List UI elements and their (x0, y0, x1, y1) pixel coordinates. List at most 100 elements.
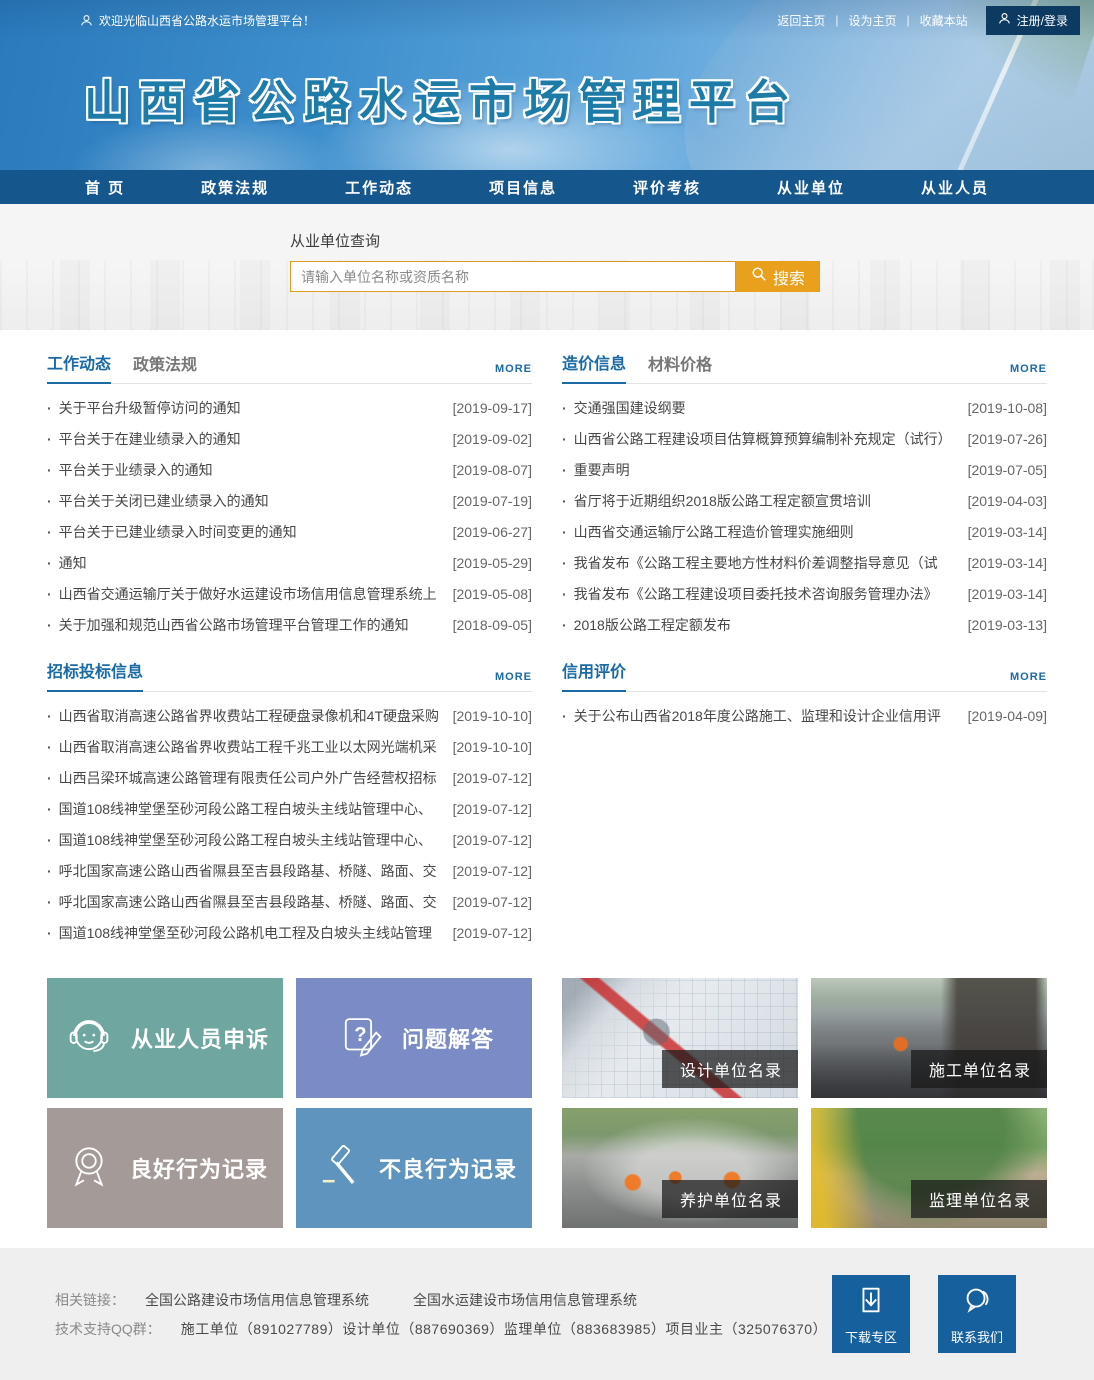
bullet-icon (47, 832, 52, 848)
link-national-waterway-credit[interactable]: 全国水运建设市场信用信息管理系统 (413, 1290, 637, 1310)
directory-cards: 设计单位名录 施工单位名录 养护单位名录 监理单位名录 (562, 978, 1047, 1228)
news-date: [2019-07-26] (968, 431, 1047, 447)
directory-supervision-units[interactable]: 监理单位名录 (811, 1108, 1047, 1228)
bullet-icon (47, 863, 52, 879)
list-item: 山西省取消高速公路省界收费站工程硬盘录像机和4T硬盘采购 [2019-10-10… (47, 700, 532, 731)
feature-bad-record[interactable]: 不良行为记录 (296, 1108, 532, 1228)
news-link[interactable]: 我省发布《公路工程建设项目委托技术咨询服务管理办法》 (574, 584, 968, 604)
link-set-home[interactable]: 设为主页 (845, 12, 901, 29)
list-item: 交通强国建设纲要 [2019-10-08] (562, 392, 1047, 423)
list-item: 关于加强和规范山西省公路市场管理平台管理工作的通知 [2018-09-05] (47, 609, 532, 640)
feature-appeal[interactable]: 从业人员申诉 (47, 978, 283, 1098)
nav-item[interactable]: 从业单位 (767, 177, 855, 198)
nav-item[interactable]: 项目信息 (479, 177, 567, 198)
news-date: [2019-10-10] (453, 739, 532, 755)
news-link[interactable]: 2018版公路工程定额发布 (574, 615, 968, 635)
footer: 相关链接： 全国公路建设市场信用信息管理系统 全国水运建设市场信用信息管理系统 … (0, 1248, 1094, 1380)
gavel-icon (311, 1139, 365, 1198)
news-link[interactable]: 山西省取消高速公路省界收费站工程千兆工业以太网光端机采 (59, 737, 453, 757)
bullet-icon (562, 400, 567, 416)
news-link[interactable]: 关于平台升级暂停访问的通知 (59, 398, 453, 418)
news-date: [2019-07-12] (453, 801, 532, 817)
news-link[interactable]: 交通强国建设纲要 (574, 398, 968, 418)
news-link[interactable]: 山西省取消高速公路省界收费站工程硬盘录像机和4T硬盘采购 (59, 706, 453, 726)
news-link[interactable]: 山西省交通运输厅关于做好水运建设市场信用信息管理系统上 (59, 584, 453, 604)
tab-cost-info[interactable]: 造价信息 (562, 350, 626, 384)
nav-item[interactable]: 工作动态 (335, 177, 423, 198)
list-item: 平台关于业绩录入的通知 [2019-08-07] (47, 454, 532, 485)
news-date: [2019-09-17] (453, 400, 532, 416)
directory-design-units[interactable]: 设计单位名录 (562, 978, 798, 1098)
search-button[interactable]: 搜索 (736, 261, 820, 292)
directory-label: 施工单位名录 (911, 1050, 1047, 1088)
news-date: [2019-03-14] (968, 555, 1047, 571)
bullet-icon (562, 555, 567, 571)
hero-banner: 欢迎光临山西省公路水运市场管理平台！ 返回主页| 设为主页| 收藏本站 注册/登… (0, 0, 1094, 170)
tab-credit[interactable]: 信用评价 (562, 658, 626, 692)
link-bookmark[interactable]: 收藏本站 (916, 12, 972, 29)
news-link[interactable]: 平台关于已建业绩录入时间变更的通知 (59, 522, 453, 542)
news-date: [2019-07-05] (968, 462, 1047, 478)
news-link[interactable]: 省厅将于近期组织2018版公路工程定额宣贯培训 (574, 491, 968, 511)
site-title: 山西省公路水运市场管理平台 (84, 66, 1094, 132)
bullet-icon (562, 586, 567, 602)
feature-qa[interactable]: ? 问题解答 (296, 978, 532, 1098)
tab-policy[interactable]: 政策法规 (133, 351, 197, 383)
news-date: [2018-09-05] (453, 617, 532, 633)
qq-support-numbers: 施工单位（891027789）设计单位（887690369）监理单位（88368… (181, 1319, 827, 1339)
feature-label: 从业人员申诉 (131, 1022, 269, 1054)
news-link[interactable]: 关于加强和规范山西省公路市场管理平台管理工作的通知 (59, 615, 453, 635)
list-item: 山西省交通运输厅公路工程造价管理实施细则 [2019-03-14] (562, 516, 1047, 547)
news-link[interactable]: 山西省公路工程建设项目估算概算预算编制补充规定（试行） (574, 429, 968, 449)
news-link[interactable]: 国道108线神堂堡至砂河段公路工程白坡头主线站管理中心、 (59, 830, 453, 850)
unit-search-input[interactable] (290, 261, 736, 292)
register-login-button[interactable]: 注册/登录 (986, 6, 1080, 35)
link-national-highway-credit[interactable]: 全国公路建设市场信用信息管理系统 (145, 1290, 369, 1310)
news-link[interactable]: 通知 (59, 553, 453, 573)
list-item: 重要声明 [2019-07-05] (562, 454, 1047, 485)
download-zone-button[interactable]: 下载专区 (832, 1275, 910, 1353)
news-link[interactable]: 山西吕梁环城高速公路管理有限责任公司户外广告经营权招标 (59, 768, 453, 788)
directory-construction-units[interactable]: 施工单位名录 (811, 978, 1047, 1098)
link-return-home[interactable]: 返回主页 (773, 12, 829, 29)
more-link[interactable]: MORE (495, 363, 532, 383)
nav-item[interactable]: 首 页 (75, 177, 135, 198)
bullet-icon (47, 739, 52, 755)
news-date: [2019-03-14] (968, 586, 1047, 602)
nav-item[interactable]: 政策法规 (191, 177, 279, 198)
credit-list: 关于公布山西省2018年度公路施工、监理和设计企业信用评 [2019-04-09… (562, 692, 1047, 731)
list-item: 我省发布《公路工程主要地方性材料价差调整指导意见（试 [2019-03-14] (562, 547, 1047, 578)
news-link[interactable]: 平台关于关闭已建业绩录入的通知 (59, 491, 453, 511)
work-news-list: 关于平台升级暂停访问的通知 [2019-09-17] 平台关于在建业绩录入的通知… (47, 384, 532, 640)
directory-maintenance-units[interactable]: 养护单位名录 (562, 1108, 798, 1228)
search-icon (751, 266, 767, 287)
news-link[interactable]: 平台关于业绩录入的通知 (59, 460, 453, 480)
welcome-text: 欢迎光临山西省公路水运市场管理平台！ (99, 12, 315, 29)
news-link[interactable]: 重要声明 (574, 460, 968, 480)
bullet-icon (47, 400, 52, 416)
news-link[interactable]: 国道108线神堂堡至砂河段公路机电工程及白坡头主线站管理 (59, 923, 453, 943)
more-link[interactable]: MORE (1010, 671, 1047, 691)
news-link[interactable]: 呼北国家高速公路山西省隰县至吉县段路基、桥隧、路面、交 (59, 861, 453, 881)
tab-work-news[interactable]: 工作动态 (47, 350, 111, 384)
contact-us-button[interactable]: 联系我们 (938, 1275, 1016, 1353)
tab-material-price[interactable]: 材料价格 (648, 351, 712, 383)
news-date: [2019-07-12] (453, 832, 532, 848)
news-link[interactable]: 山西省交通运输厅公路工程造价管理实施细则 (574, 522, 968, 542)
news-link[interactable]: 呼北国家高速公路山西省隰县至吉县段路基、桥隧、路面、交 (59, 892, 453, 912)
news-link[interactable]: 我省发布《公路工程主要地方性材料价差调整指导意见（试 (574, 553, 968, 573)
bullet-icon (562, 493, 567, 509)
list-item: 平台关于在建业绩录入的通知 [2019-09-02] (47, 423, 532, 454)
news-link[interactable]: 平台关于在建业绩录入的通知 (59, 429, 453, 449)
news-date: [2019-06-27] (453, 524, 532, 540)
feature-boxes: 从业人员申诉 ? 问题解答 (47, 978, 532, 1228)
more-link[interactable]: MORE (1010, 363, 1047, 383)
tab-bidding[interactable]: 招标投标信息 (47, 658, 143, 692)
feature-good-record[interactable]: 良好行为记录 (47, 1108, 283, 1228)
list-item: 省厅将于近期组织2018版公路工程定额宣贯培训 [2019-04-03] (562, 485, 1047, 516)
more-link[interactable]: MORE (495, 671, 532, 691)
news-link[interactable]: 国道108线神堂堡至砂河段公路工程白坡头主线站管理中心、 (59, 799, 453, 819)
news-link[interactable]: 关于公布山西省2018年度公路施工、监理和设计企业信用评 (574, 706, 968, 726)
nav-item[interactable]: 评价考核 (623, 177, 711, 198)
nav-item[interactable]: 从业人员 (911, 177, 999, 198)
